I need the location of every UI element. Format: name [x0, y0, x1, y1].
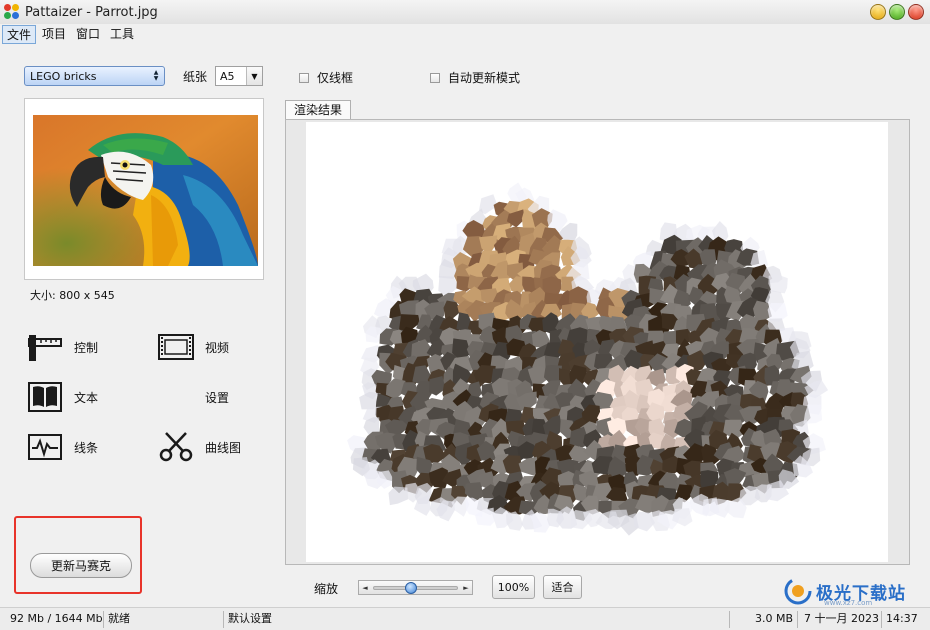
checkbox-box[interactable] — [299, 72, 309, 83]
status-preset: 默认设置 — [224, 611, 730, 628]
update-mosaic-button[interactable]: 更新马赛克 — [30, 553, 132, 578]
window-title: Pattaizer - Parrot.jpg — [25, 4, 158, 20]
source-thumbnail-frame — [24, 98, 264, 280]
tool-curves[interactable]: 曲线图 — [157, 430, 241, 464]
ruler-icon — [26, 330, 64, 364]
title-bar: Pattaizer - Parrot.jpg — [0, 0, 930, 24]
status-time: 14:37 — [886, 612, 918, 625]
status-date: 7 十一月 2023 — [800, 611, 882, 628]
status-memory: 92 Mb / 1644 Mb — [6, 611, 104, 628]
zoom-slider[interactable]: ◄ ► — [358, 580, 473, 595]
menu-window[interactable]: 窗口 — [72, 25, 104, 44]
tool-settings[interactable]: 设置 — [157, 380, 229, 414]
mosaic-render-canvas — [306, 122, 888, 562]
status-state: 就绪 — [104, 611, 224, 628]
zoom-slider-thumb[interactable] — [405, 582, 418, 594]
zoom-100-button[interactable]: 100% — [492, 575, 535, 599]
tool-lines-label: 线条 — [74, 440, 99, 455]
tool-text-label: 文本 — [74, 390, 99, 405]
mosaic-cell — [506, 511, 523, 531]
checkbox-box[interactable] — [430, 72, 440, 83]
arrow-right-icon[interactable]: ► — [460, 581, 472, 594]
zoom-label: 缩放 — [314, 582, 339, 596]
auto-update-label: 自动更新模式 — [448, 71, 521, 85]
outline-only-label: 仅线框 — [317, 71, 354, 85]
auto-update-checkbox[interactable]: 自动更新模式 — [430, 69, 520, 86]
status-file-size: 3.0 MB — [740, 611, 798, 628]
settings-blank-icon — [157, 380, 195, 414]
watermark-swirl-icon — [784, 577, 812, 605]
tool-video-label: 视频 — [205, 340, 230, 355]
menu-file[interactable]: 文件 — [2, 24, 37, 44]
mosaic-image — [347, 182, 829, 536]
app-flower-icon — [4, 4, 20, 20]
watermark-url: www.xz7.com — [824, 599, 873, 607]
menu-tools[interactable]: 工具 — [106, 25, 138, 44]
tool-video[interactable]: 视频 — [157, 330, 229, 364]
menu-project[interactable]: 项目 — [38, 25, 70, 44]
paper-label: 纸张 — [183, 70, 208, 84]
maximize-button[interactable] — [889, 4, 905, 20]
close-button[interactable] — [908, 4, 924, 20]
tool-text[interactable]: 文本 — [26, 380, 98, 414]
tool-lines[interactable]: 线条 — [26, 430, 98, 464]
book-icon — [26, 380, 64, 414]
paper-size-value: A5 — [220, 69, 235, 83]
tool-settings-label: 设置 — [205, 390, 230, 405]
minimize-button[interactable] — [870, 4, 886, 20]
paper-size-select[interactable]: A5 ▼ — [215, 66, 263, 86]
scissors-icon — [157, 430, 195, 464]
status-bar: 92 Mb / 1644 Mb 就绪 默认设置 3.0 MB 7 十一月 202… — [0, 607, 930, 630]
watermark-logo: 极光下载站 www.xz7.com — [784, 575, 924, 607]
zoom-fit-button[interactable]: 适合 — [543, 575, 582, 599]
pulse-monitor-icon — [26, 430, 64, 464]
arrow-left-icon[interactable]: ◄ — [359, 581, 371, 594]
tool-curves-label: 曲线图 — [205, 440, 242, 455]
outline-only-checkbox[interactable]: 仅线框 — [299, 69, 353, 86]
source-image-parrot — [33, 115, 258, 266]
menu-bar: 文件 项目 窗口 工具 — [0, 24, 138, 44]
tab-render-result[interactable]: 渲染结果 — [285, 100, 352, 120]
image-size-label: 大小: 800 x 545 — [30, 289, 115, 302]
tool-control-label: 控制 — [74, 340, 99, 355]
render-result-panel — [285, 119, 910, 565]
tool-control[interactable]: 控制 — [26, 330, 98, 364]
mosaic-style-select[interactable]: LEGO bricks ▲ ▼ — [24, 66, 165, 86]
chevron-down-icon: ▼ — [246, 67, 262, 85]
film-strip-icon — [157, 330, 195, 364]
spinner-arrows-icon: ▲ ▼ — [153, 69, 159, 82]
mosaic-style-value: LEGO bricks — [30, 69, 97, 83]
